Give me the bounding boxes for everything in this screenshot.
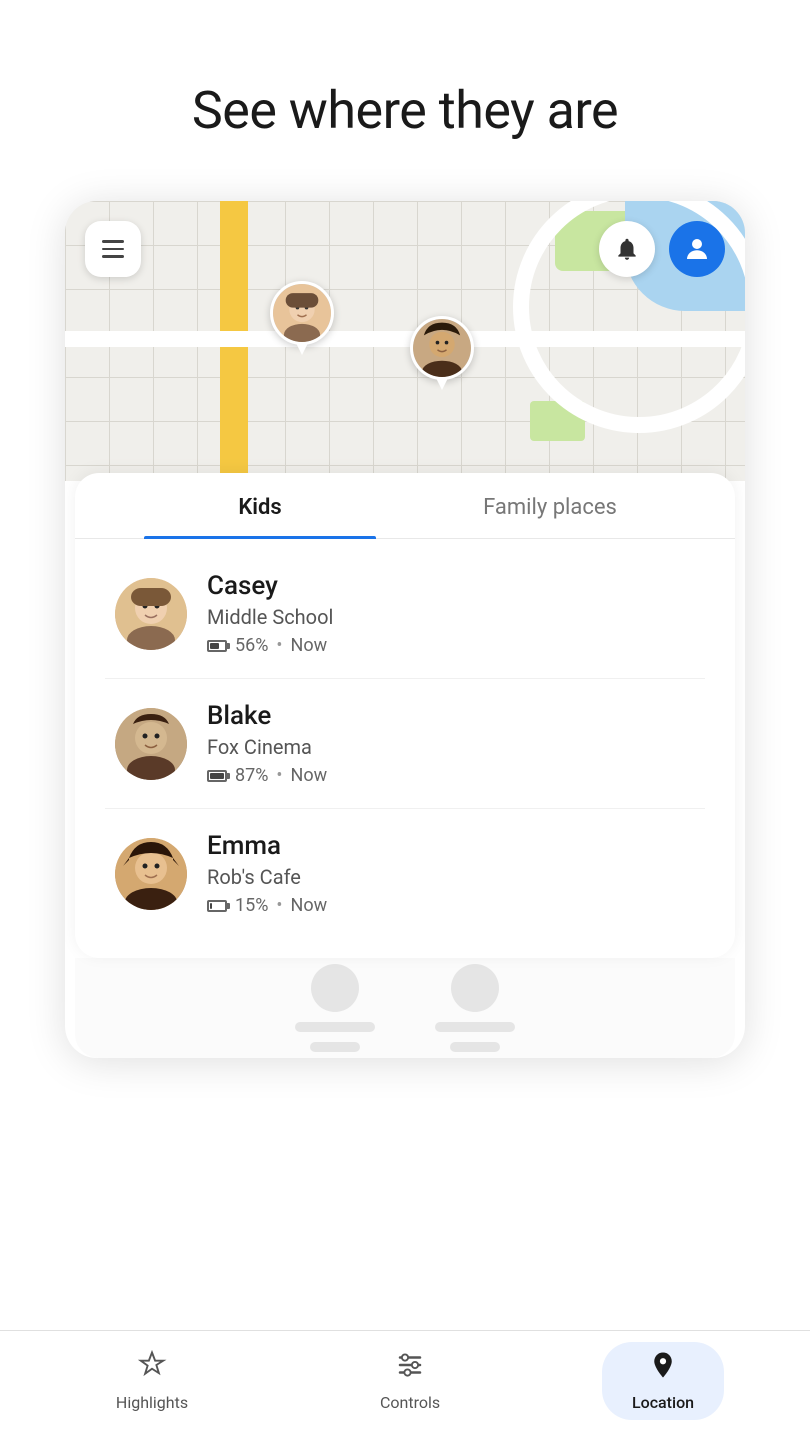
casey-battery-fill — [210, 643, 219, 649]
map-action-buttons — [599, 221, 725, 277]
map-pin-emma[interactable] — [410, 316, 474, 390]
blake-status: 87% • Now — [207, 765, 695, 786]
blurred-rect-2 — [435, 1022, 515, 1032]
nav-controls[interactable]: Controls — [350, 1342, 470, 1420]
controls-icon — [395, 1350, 425, 1387]
emma-name: Emma — [207, 831, 695, 861]
blurred-rect-1 — [295, 1022, 375, 1032]
casey-battery-icon — [207, 640, 227, 652]
casey-status: 56% • Now — [207, 635, 695, 656]
bell-icon — [614, 236, 640, 262]
kids-list: Casey Middle School 56% • Now — [75, 539, 735, 958]
casey-battery-pct: 56% — [235, 635, 268, 656]
kid-item-emma[interactable]: Emma Rob's Cafe 15% • Now — [105, 809, 705, 938]
map-header — [65, 221, 745, 277]
casey-pin-avatar — [270, 281, 334, 345]
menu-button[interactable] — [85, 221, 141, 277]
casey-avatar-svg — [273, 284, 331, 342]
bottom-navigation: Highlights Controls Location — [0, 1330, 810, 1440]
blake-location: Fox Cinema — [207, 735, 695, 759]
hero-title: See where they are — [192, 80, 618, 141]
blake-battery-icon — [207, 770, 227, 782]
emma-battery-fill — [210, 903, 212, 909]
location-icon — [648, 1350, 678, 1387]
hamburger-line-1 — [102, 240, 124, 243]
hamburger-icon — [102, 240, 124, 258]
emma-list-avatar — [115, 838, 187, 910]
controls-label: Controls — [380, 1393, 440, 1412]
emma-info: Emma Rob's Cafe 15% • Now — [207, 831, 695, 916]
card-section: Kids Family places — [75, 473, 735, 958]
blurred-item-2 — [435, 964, 515, 1052]
blake-info: Blake Fox Cinema 87% • Now — [207, 701, 695, 786]
blurred-circle-1 — [311, 964, 359, 1012]
casey-name: Casey — [207, 571, 695, 601]
casey-time: Now — [291, 635, 328, 656]
emma-dot: • — [276, 895, 282, 916]
tab-places-label: Family places — [483, 495, 617, 520]
casey-list-avatar — [115, 578, 187, 650]
profile-icon — [682, 234, 712, 264]
emma-avatar-svg — [413, 319, 471, 377]
map-area — [65, 201, 745, 481]
notification-button[interactable] — [599, 221, 655, 277]
tabs-container: Kids Family places — [75, 473, 735, 539]
blurred-item-1 — [295, 964, 375, 1052]
casey-location: Middle School — [207, 605, 695, 629]
map-pin-casey[interactable] — [270, 281, 334, 355]
blake-list-avatar — [115, 708, 187, 780]
blurred-rect-2b — [450, 1042, 500, 1052]
highlights-icon — [137, 1350, 167, 1387]
page-container: See where they are — [0, 0, 810, 1440]
casey-info: Casey Middle School 56% • Now — [207, 571, 695, 656]
blake-battery-fill — [210, 773, 224, 779]
blake-name: Blake — [207, 701, 695, 731]
blurred-rect-1b — [310, 1042, 360, 1052]
emma-status: 15% • Now — [207, 895, 695, 916]
blurred-circle-2 — [451, 964, 499, 1012]
blake-battery-pct: 87% — [235, 765, 268, 786]
tab-family-places[interactable]: Family places — [405, 473, 695, 538]
kid-item-casey[interactable]: Casey Middle School 56% • Now — [105, 549, 705, 679]
hamburger-line-2 — [102, 248, 124, 251]
app-mockup: Kids Family places — [65, 201, 745, 1058]
blake-avatar — [115, 708, 187, 780]
location-label: Location — [632, 1393, 694, 1412]
highlights-label: Highlights — [116, 1393, 188, 1412]
casey-dot: • — [276, 635, 282, 656]
casey-avatar — [115, 578, 187, 650]
emma-time: Now — [291, 895, 328, 916]
emma-pin-avatar — [410, 316, 474, 380]
emma-location: Rob's Cafe — [207, 865, 695, 889]
casey-pin-tail — [296, 343, 308, 355]
emma-avatar — [115, 838, 187, 910]
blake-dot: • — [276, 765, 282, 786]
nav-location[interactable]: Location — [602, 1342, 724, 1420]
tab-kids-label: Kids — [238, 495, 281, 520]
tab-kids[interactable]: Kids — [115, 473, 405, 538]
emma-pin-tail — [436, 378, 448, 390]
emma-battery-pct: 15% — [235, 895, 268, 916]
blurred-section — [75, 958, 735, 1058]
nav-highlights[interactable]: Highlights — [86, 1342, 218, 1420]
hamburger-line-3 — [102, 255, 124, 258]
kid-item-blake[interactable]: Blake Fox Cinema 87% • Now — [105, 679, 705, 809]
emma-battery-icon — [207, 900, 227, 912]
blake-time: Now — [291, 765, 328, 786]
profile-button[interactable] — [669, 221, 725, 277]
